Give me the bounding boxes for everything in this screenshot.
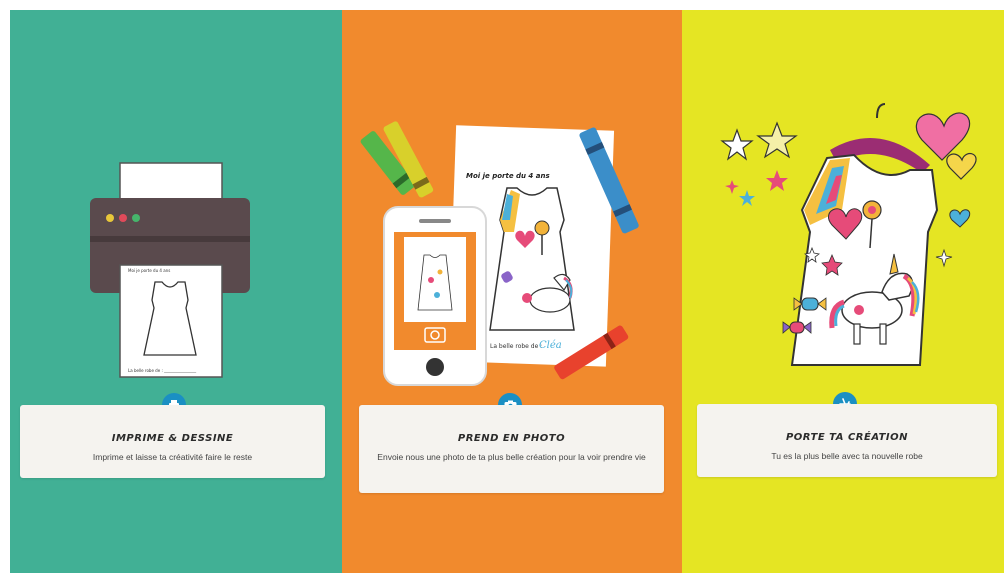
step-description: Tu es la plus belle avec ta nouvelle rob… xyxy=(771,451,923,461)
dress-illustration xyxy=(720,103,977,366)
step-card-wear: PORTE TA CRÉATION Tu es la plus belle av… xyxy=(697,404,997,477)
step-title: PORTE TA CRÉATION xyxy=(785,432,909,443)
step-title: IMPRIME & DESSINE xyxy=(111,433,234,444)
step-description: Envoie nous une photo de ta plus belle c… xyxy=(377,452,646,462)
sheet-footer: La belle robe de : ________________ xyxy=(128,368,197,373)
photo-illustration: Moi je porte du 4 ans La belle robe de :… xyxy=(360,121,639,386)
sheet-title: Moi je porte du 4 ans xyxy=(466,172,550,180)
sheet-name: Cléa xyxy=(539,340,562,351)
step-card-print: IMPRIME & DESSINE Imprime et laisse ta c… xyxy=(20,405,325,478)
step-panel-wear: PORTE TA CRÉATION Tu es la plus belle av… xyxy=(682,10,1004,573)
step-card-photo: PREND EN PHOTO Envoie nous une photo de … xyxy=(359,405,664,493)
step-panel-print: Moi je porte du 4 ans La belle robe de :… xyxy=(10,10,342,573)
sheet-footer: La belle robe de : xyxy=(490,343,542,350)
step-panel-photo: Moi je porte du 4 ans La belle robe de :… xyxy=(342,10,682,573)
step-title: PREND EN PHOTO xyxy=(457,433,566,444)
step-description: Imprime et laisse ta créativité faire le… xyxy=(92,452,253,462)
printer-illustration: Moi je porte du 4 ans La belle robe de :… xyxy=(90,162,250,378)
smartphone xyxy=(383,206,487,386)
sheet-title: Moi je porte du 4 ans xyxy=(128,268,170,273)
